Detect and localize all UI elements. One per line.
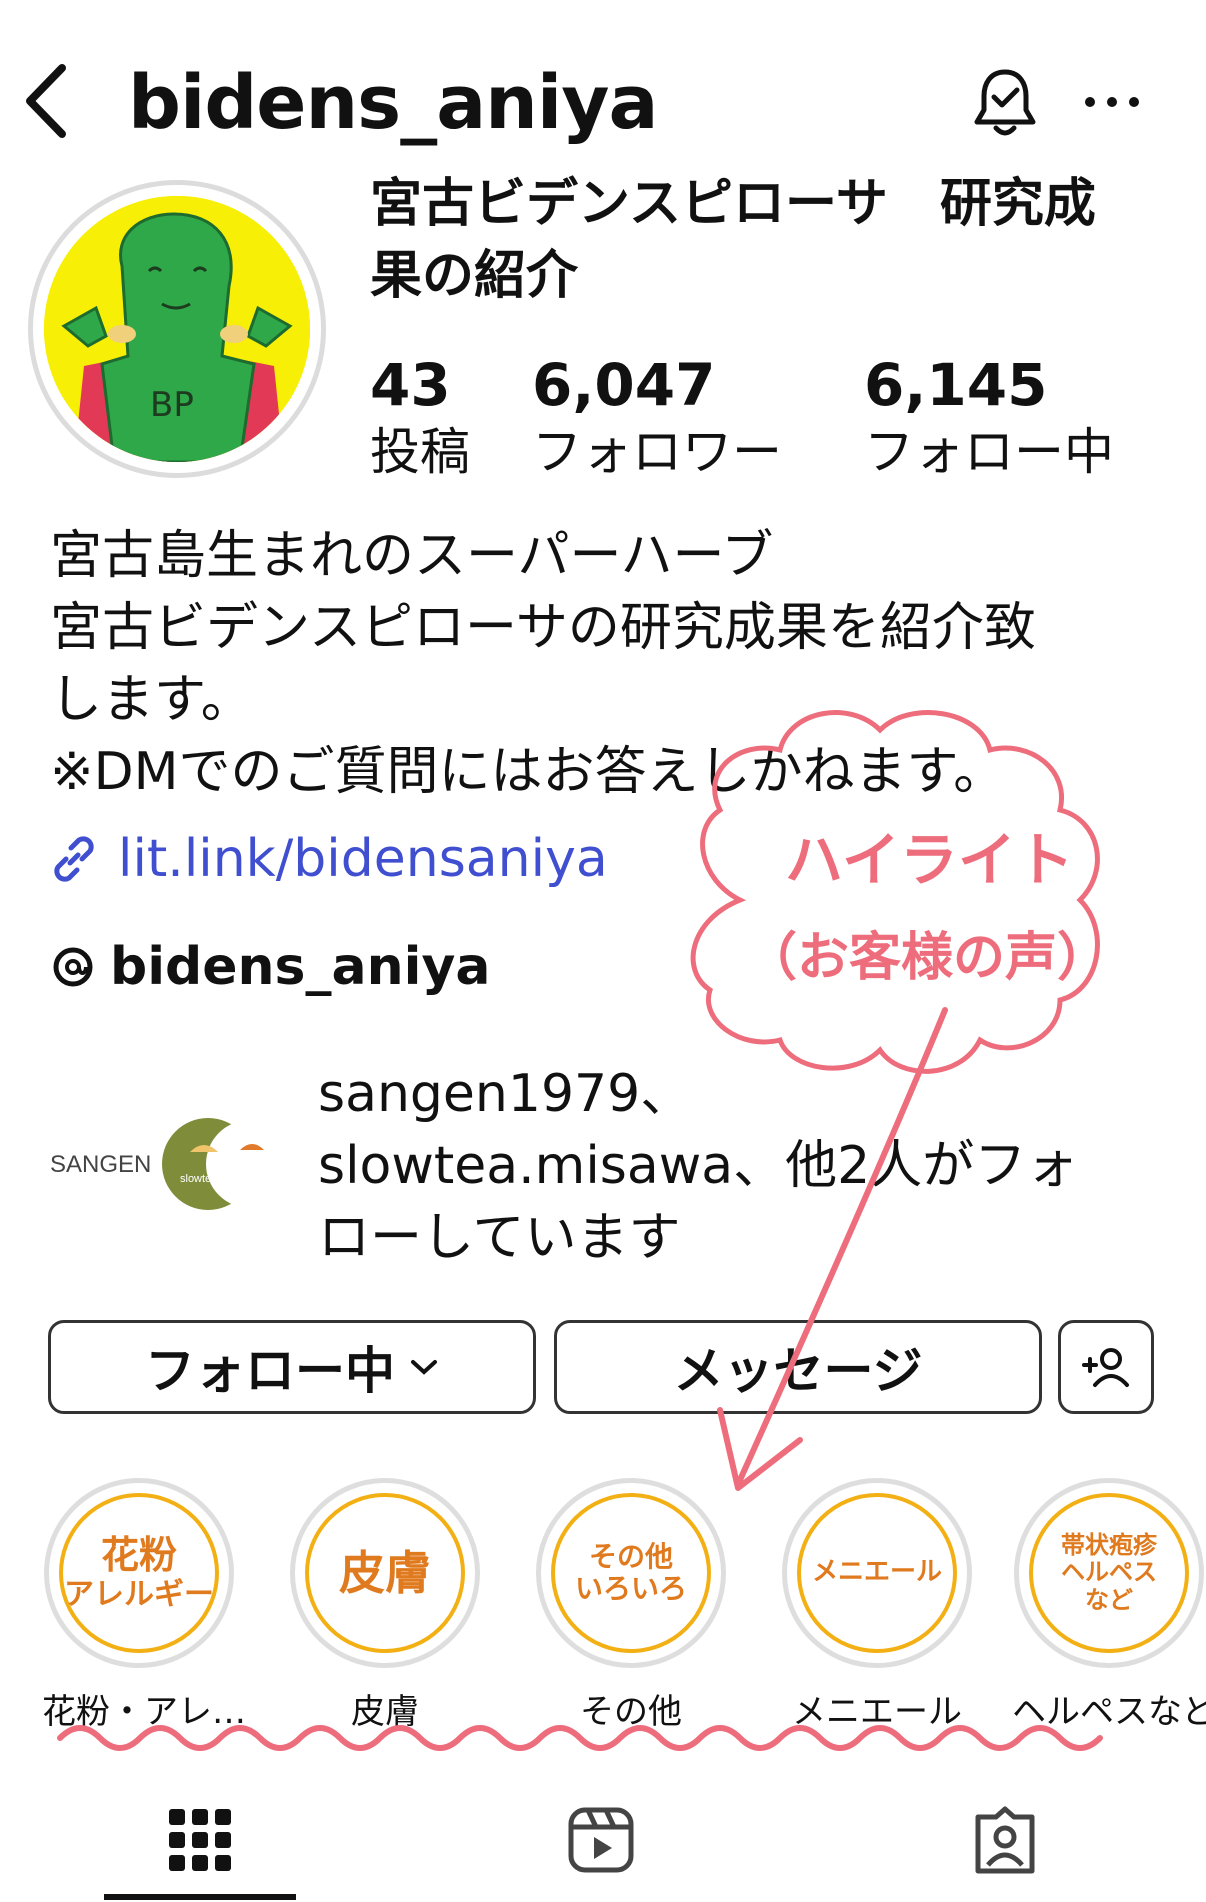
highlight-cover-text: その他: [588, 1539, 673, 1573]
add-person-icon: [1082, 1348, 1129, 1387]
profile-display-name: 宮古ビデンスピローサ 研究成 果の紹介: [370, 168, 1170, 312]
highlight-ring: メニエール: [782, 1478, 972, 1668]
stat-posts: 43 投稿: [370, 350, 470, 484]
highlight-cover: その他 いろいろ: [551, 1493, 711, 1653]
annotation-arrowhead: [717, 1407, 803, 1491]
highlight-cover: 皮膚: [305, 1493, 465, 1653]
annotation-text: ハイライト: [785, 826, 1074, 894]
stat-following-value: 6,145: [864, 351, 1048, 419]
threads-badge[interactable]: bidens_aniya: [50, 932, 490, 1002]
highlight-item[interactable]: その他 いろいろ その他: [534, 1478, 728, 1733]
following-button-label: フォロー中: [145, 1342, 395, 1400]
active-tab-indicator: [104, 1894, 296, 1900]
slowtea-logo-text: slowtea・ratte: [180, 1173, 250, 1185]
bio-line: 宮古ビデンスピローサの研究成果を紹介致: [50, 598, 1036, 658]
mutual-text-line: sangen1979、: [318, 1064, 693, 1124]
stat-following-label: フォロー中: [864, 423, 1114, 481]
reels-icon[interactable]: [566, 1805, 636, 1875]
mutual-followers-text[interactable]: sangen1979、 slowtea.misawa、他2人がフォ ローしていま…: [318, 1058, 1178, 1274]
highlight-cover-text: 皮膚: [339, 1545, 431, 1600]
highlight-ring: その他 いろいろ: [536, 1478, 726, 1668]
stat-followers[interactable]: 6,047 フォロワー: [532, 350, 782, 484]
annotation-text: （お客様の声）: [745, 928, 1109, 988]
sangen-logo-text: SANGEN: [50, 1151, 151, 1178]
display-name-line: 果の紹介: [370, 246, 579, 306]
highlight-cover-text: 帯状疱疹: [1061, 1530, 1157, 1559]
back-icon[interactable]: [22, 62, 72, 140]
highlight-item[interactable]: 帯状疱疹 ヘルペス など ヘルペスなど: [1012, 1478, 1206, 1733]
highlight-item[interactable]: 花粉 アレルギー 花粉・アレ…: [42, 1478, 246, 1733]
tagged-icon[interactable]: [970, 1805, 1040, 1875]
highlight-label: 皮膚: [351, 1692, 419, 1732]
bio-line: します。: [50, 670, 253, 730]
mutual-text-line: slowtea.misawa、他2人がフォ: [318, 1136, 1079, 1196]
display-name-line: 宮古ビデンスピローサ 研究成: [370, 174, 1096, 234]
bio-line: ※DMでのご質問にはお答えしかねます。: [50, 742, 1006, 802]
highlight-ring: 花粉 アレルギー: [44, 1478, 234, 1668]
highlight-label: 花粉・アレ…: [42, 1692, 246, 1732]
stat-followers-value: 6,047: [532, 351, 716, 419]
add-person-button[interactable]: [1058, 1320, 1154, 1414]
link-icon: [54, 836, 94, 882]
highlight-ring: 帯状疱疹 ヘルペス など: [1014, 1478, 1204, 1668]
mutual-follower-avatars[interactable]: SANGEN slowtea・ratte: [50, 1112, 290, 1212]
grid-icon[interactable]: [165, 1805, 235, 1875]
highlight-label: ヘルペスなど: [1012, 1692, 1206, 1732]
highlight-cover-text: ヘルペス: [1061, 1558, 1157, 1587]
message-button[interactable]: メッセージ: [554, 1320, 1042, 1414]
highlight-item[interactable]: メニエール メニエール: [780, 1478, 974, 1733]
highlight-cover: 花粉 アレルギー: [59, 1493, 219, 1653]
following-button[interactable]: フォロー中: [48, 1320, 536, 1414]
highlight-cover-text: アレルギー: [64, 1576, 214, 1612]
highlight-cover-text: 花粉: [100, 1532, 177, 1577]
highlight-label: その他: [580, 1692, 682, 1732]
threads-icon: [53, 947, 93, 987]
profile-link-text[interactable]: lit.link/bidensaniya: [118, 829, 608, 889]
stat-posts-value: 43: [370, 351, 451, 419]
stat-followers-label: フォロワー: [532, 423, 782, 481]
avatar-text: BP: [150, 385, 194, 425]
highlight-cover-text: メニエール: [811, 1557, 942, 1588]
avatar-character-illustration: BP: [44, 196, 310, 462]
highlight-cover-text: など: [1085, 1585, 1133, 1614]
message-button-label: メッセージ: [673, 1342, 923, 1400]
highlight-cover-text: いろいろ: [574, 1572, 687, 1605]
highlight-ring: 皮膚: [290, 1478, 480, 1668]
threads-username[interactable]: bidens_aniya: [110, 937, 490, 997]
more-dots-icon[interactable]: [1082, 90, 1142, 114]
highlight-cover: 帯状疱疹 ヘルペス など: [1029, 1493, 1189, 1653]
chevron-down-icon: [411, 1360, 437, 1375]
notification-bell-icon[interactable]: [972, 66, 1038, 140]
highlight-label: メニエール: [792, 1692, 962, 1732]
stat-posts-label: 投稿: [370, 423, 470, 481]
profile-bio: 宮古島生まれのスーパーハーブ 宮古ビデンスピローサの研究成果を紹介致 します。 …: [50, 520, 1170, 808]
profile-link[interactable]: lit.link/bidensaniya: [48, 824, 608, 894]
highlight-cover: メニエール: [797, 1493, 957, 1653]
header-username: bidens_aniya: [128, 60, 658, 146]
mutual-text-line: ローしています: [318, 1208, 681, 1268]
highlight-item[interactable]: 皮膚 皮膚: [288, 1478, 482, 1733]
bio-line: 宮古島生まれのスーパーハーブ: [50, 526, 774, 586]
stat-following[interactable]: 6,145 フォロー中: [864, 350, 1114, 484]
avatar[interactable]: BP: [44, 196, 310, 462]
